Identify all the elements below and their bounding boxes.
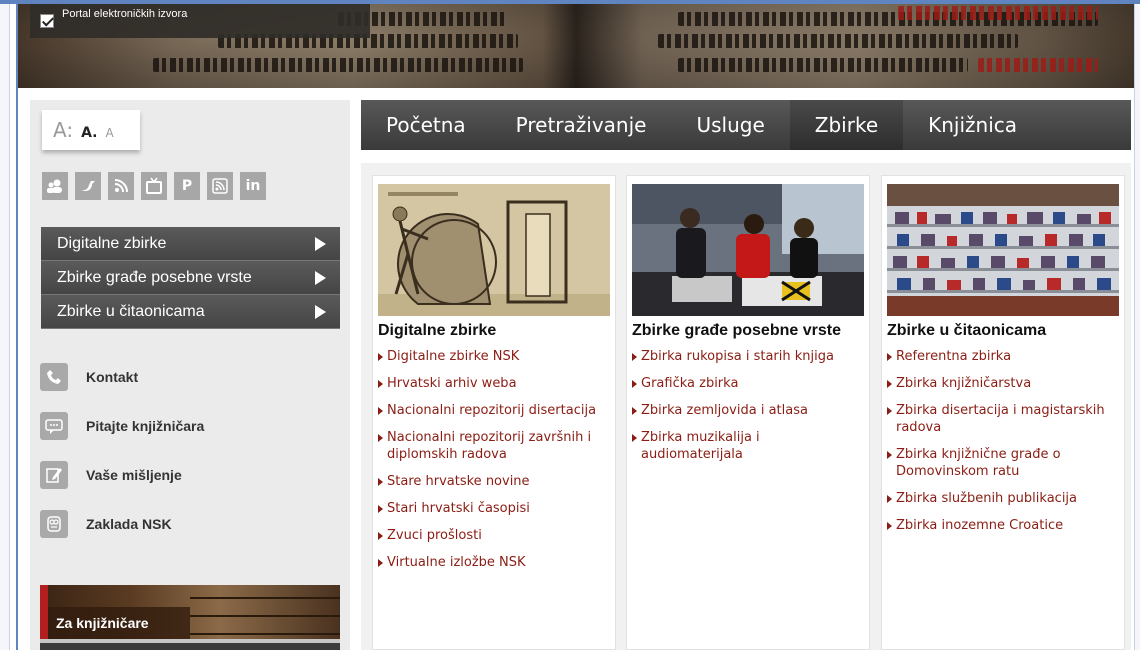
engraving-image[interactable] bbox=[378, 184, 610, 316]
collection-link[interactable]: Hrvatski arhiv weba bbox=[378, 375, 610, 392]
collection-link[interactable]: Zbirka zemljovida i atlasa bbox=[632, 402, 864, 419]
collection-link[interactable]: Referentna zbirka bbox=[887, 348, 1119, 365]
collection-link[interactable]: Nacionalni repozitorij završnih i diplom… bbox=[378, 429, 610, 463]
note-pen-icon bbox=[40, 460, 68, 489]
category-menu: Digitalne zbirke Zbirke građe posebne vr… bbox=[41, 227, 340, 329]
collection-link[interactable]: Zbirka inozemne Croatice bbox=[887, 517, 1119, 534]
collection-link[interactable]: Zbirka službenih publikacija bbox=[887, 490, 1119, 507]
link-vase-misljenje[interactable]: Vaše mišljenje bbox=[40, 450, 340, 499]
link-kontakt[interactable]: Kontakt bbox=[40, 352, 340, 401]
collection-column-citaonice: Zbirke u čitaonicama Referentna zbirka Z… bbox=[881, 175, 1125, 650]
link-label: Kontakt bbox=[86, 368, 139, 385]
phone-icon bbox=[40, 362, 68, 391]
main-navigation: Početna Pretraživanje Usluge Zbirke Knji… bbox=[361, 100, 1131, 150]
frame-left-edge bbox=[0, 0, 10, 650]
collection-link[interactable]: Stari hrvatski časopisi bbox=[378, 500, 610, 517]
font-size-switcher: A: A. A bbox=[42, 110, 140, 150]
portal-checkbox[interactable] bbox=[40, 14, 54, 28]
collection-column-posebne-vrste: Zbirke građe posebne vrste Zbirka rukopi… bbox=[626, 175, 870, 650]
category-zbirke-grade-posebne-vrste[interactable]: Zbirke građe posebne vrste bbox=[41, 261, 340, 295]
column-title: Zbirke u čitaonicama bbox=[887, 322, 1047, 339]
social-icons: P in bbox=[42, 172, 266, 200]
category-digitalne-zbirke[interactable]: Digitalne zbirke bbox=[41, 227, 340, 261]
play-arrow-icon bbox=[315, 270, 326, 285]
frame-left-border bbox=[16, 4, 18, 650]
owl-icon bbox=[40, 509, 68, 538]
collection-column-digitalne: Digitalne zbirke Digitalne zbirke NSK Hr… bbox=[372, 175, 616, 650]
category-zbirke-u-citaonicama[interactable]: Zbirke u čitaonicama bbox=[41, 295, 340, 329]
promo-label: Za knjižničare bbox=[56, 615, 149, 631]
quick-links: Kontakt Pitajte knjižničara Vaše mišljen… bbox=[40, 352, 340, 548]
category-label: Zbirke u čitaonicama bbox=[57, 302, 205, 320]
link-label: Vaše mišljenje bbox=[86, 466, 182, 483]
portal-toggle[interactable]: Portal elektroničkih izvora bbox=[30, 4, 370, 38]
promo-za-knjiznicare[interactable]: Za knjižničare bbox=[40, 585, 340, 650]
people-icon[interactable] bbox=[42, 172, 68, 200]
collection-link[interactable]: Zbirka rukopisa i starih knjiga bbox=[632, 348, 864, 365]
podcast-icon[interactable] bbox=[108, 172, 134, 200]
pinterest-icon[interactable]: P bbox=[174, 172, 200, 200]
font-size-medium[interactable]: A. bbox=[81, 125, 97, 141]
category-label: Zbirke građe posebne vrste bbox=[57, 268, 252, 286]
tv-icon[interactable] bbox=[141, 172, 167, 200]
collection-link[interactable]: Digitalne zbirke NSK bbox=[378, 348, 610, 365]
collection-link[interactable]: Zbirka knjižničarstva bbox=[887, 375, 1119, 392]
nav-tab-zbirke[interactable]: Zbirke bbox=[789, 100, 904, 150]
link-pitajte-knjiznicara[interactable]: Pitajte knjižničara bbox=[40, 401, 340, 450]
collection-link[interactable]: Virtualne izložbe NSK bbox=[378, 554, 610, 571]
nav-tab-pretrazivanje[interactable]: Pretraživanje bbox=[491, 100, 672, 150]
collection-list: Digitalne zbirke NSK Hrvatski arhiv weba… bbox=[378, 348, 610, 581]
twitter-bird-icon[interactable] bbox=[75, 172, 101, 200]
font-size-large[interactable]: A: bbox=[53, 118, 73, 142]
collection-link[interactable]: Zbirka knjižnične građe o Domovinskom ra… bbox=[887, 446, 1119, 480]
nav-tab-usluge[interactable]: Usluge bbox=[671, 100, 789, 150]
column-title: Digitalne zbirke bbox=[378, 322, 497, 339]
font-size-small[interactable]: A bbox=[106, 126, 114, 140]
collection-link[interactable]: Zbirka muzikalija i audiomaterijala bbox=[632, 429, 864, 463]
category-label: Digitalne zbirke bbox=[57, 234, 167, 252]
collection-list: Referentna zbirka Zbirka knjižničarstva … bbox=[887, 348, 1119, 544]
nav-tab-knjiznica[interactable]: Knjižnica bbox=[903, 100, 1042, 150]
rss-icon[interactable] bbox=[207, 172, 233, 200]
nav-tab-pocetna[interactable]: Početna bbox=[361, 100, 491, 150]
collection-link[interactable]: Stare hrvatske novine bbox=[378, 473, 610, 490]
people-at-table-image[interactable] bbox=[632, 184, 864, 316]
linkedin-icon[interactable]: in bbox=[240, 172, 266, 200]
link-label: Zaklada NSK bbox=[86, 515, 172, 532]
collection-link[interactable]: Zvuci prošlosti bbox=[378, 527, 610, 544]
link-zaklada-nsk[interactable]: Zaklada NSK bbox=[40, 499, 340, 548]
library-shelves-image[interactable] bbox=[887, 184, 1119, 316]
chat-bubble-icon bbox=[40, 411, 68, 440]
column-title: Zbirke građe posebne vrste bbox=[632, 322, 841, 339]
portal-label: Portal elektroničkih izvora bbox=[62, 8, 188, 20]
frame-right-edge bbox=[1134, 4, 1140, 650]
collection-link[interactable]: Nacionalni repozitorij disertacija bbox=[378, 402, 610, 419]
link-label: Pitajte knjižničara bbox=[86, 417, 205, 434]
play-arrow-icon bbox=[315, 304, 326, 319]
left-sidebar: A: A. A P in Digitalne zbirke Zbirke gra… bbox=[30, 100, 350, 650]
collection-list: Zbirka rukopisa i starih knjiga Grafička… bbox=[632, 348, 864, 473]
collection-link[interactable]: Grafička zbirka bbox=[632, 375, 864, 392]
play-arrow-icon bbox=[315, 236, 326, 251]
collection-link[interactable]: Zbirka disertacija i magistarskih radova bbox=[887, 402, 1119, 436]
